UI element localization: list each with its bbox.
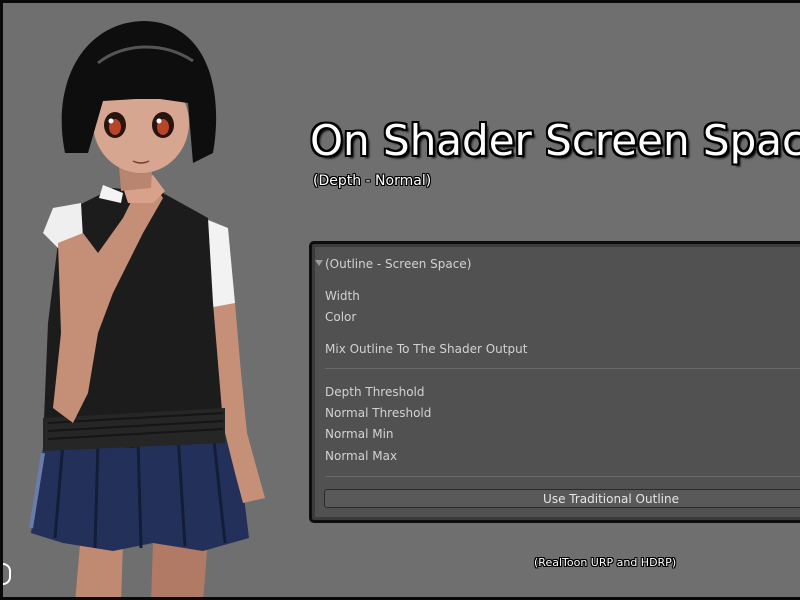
section-divider — [325, 476, 800, 477]
property-width: Width — [325, 289, 360, 303]
button-label: Use Traditional Outline — [543, 492, 679, 506]
footer-note: (RealToon URP and HDRP) — [534, 556, 677, 569]
inspector-panel: (Outline - Screen Space) Width Color Mix… — [309, 241, 800, 523]
property-normal-max: Normal Max — [325, 449, 398, 463]
use-traditional-outline-button[interactable]: Use Traditional Outline — [324, 489, 800, 508]
promo-frame: On Shader Screen Space Outline (Depth - … — [0, 0, 800, 600]
property-color: Color — [325, 310, 357, 324]
foldout-label[interactable]: (Outline - Screen Space) — [325, 257, 471, 271]
section-divider — [325, 368, 800, 369]
page-title: On Shader Screen Space Outline — [310, 116, 800, 165]
anime-girl-illustration — [29, 21, 265, 597]
property-mix-outline: Mix Outline To The Shader Output — [325, 342, 528, 356]
inspector-content: (Outline - Screen Space) Width Color Mix… — [315, 247, 800, 517]
property-normal-min: Normal Min — [325, 427, 394, 441]
page-subtitle: (Depth - Normal) — [313, 173, 432, 189]
foldout-arrow-icon[interactable] — [315, 260, 323, 266]
property-depth-threshold: Depth Threshold — [325, 385, 425, 399]
property-normal-threshold: Normal Threshold — [325, 406, 432, 420]
